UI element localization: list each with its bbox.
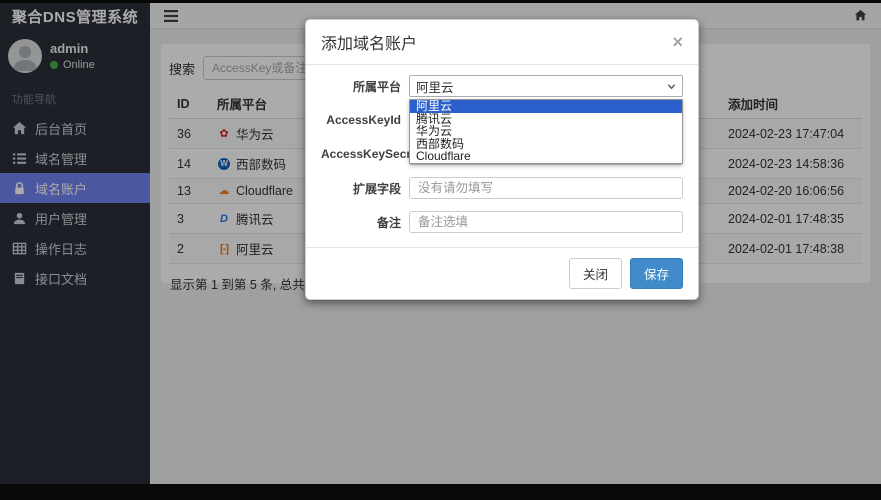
platform-options-list: 阿里云 腾讯云 华为云 西部数码 Cloudflare xyxy=(409,99,683,164)
modal-header: 添加域名账户 × xyxy=(306,20,698,65)
remark-label: 备注 xyxy=(321,214,409,231)
platform-label: 所属平台 xyxy=(321,78,409,95)
remark-row: 备注 xyxy=(321,211,683,233)
platform-select[interactable]: 阿里云 xyxy=(409,75,683,97)
access-key-id-label: AccessKeyId xyxy=(321,113,409,127)
access-key-secret-label: AccessKeySecret xyxy=(321,147,409,161)
platform-field-row: 所属平台 阿里云 阿里云 腾讯云 华为云 西部数码 Cloudflare xyxy=(321,75,683,97)
chevron-down-icon xyxy=(667,82,676,91)
platform-select-value: 阿里云 xyxy=(416,77,454,96)
close-button[interactable]: 关闭 xyxy=(569,258,622,289)
ext-field-input[interactable] xyxy=(409,177,683,199)
option-cloudflare[interactable]: Cloudflare xyxy=(410,150,682,163)
option-aliyun[interactable]: 阿里云 xyxy=(410,100,682,113)
ext-field-row: 扩展字段 xyxy=(321,177,683,199)
modal-footer: 关闭 保存 xyxy=(306,247,698,299)
save-button[interactable]: 保存 xyxy=(630,258,683,289)
add-account-modal: 添加域名账户 × 所属平台 阿里云 阿里云 腾讯云 华为云 西部数码 Cloud… xyxy=(305,19,699,300)
modal-title: 添加域名账户 xyxy=(321,30,417,54)
close-icon[interactable]: × xyxy=(672,34,683,50)
ext-field-label: 扩展字段 xyxy=(321,180,409,197)
remark-input[interactable] xyxy=(409,211,683,233)
modal-body: 所属平台 阿里云 阿里云 腾讯云 华为云 西部数码 Cloudflare Acc… xyxy=(306,65,698,247)
option-huawei[interactable]: 华为云 xyxy=(410,125,682,138)
